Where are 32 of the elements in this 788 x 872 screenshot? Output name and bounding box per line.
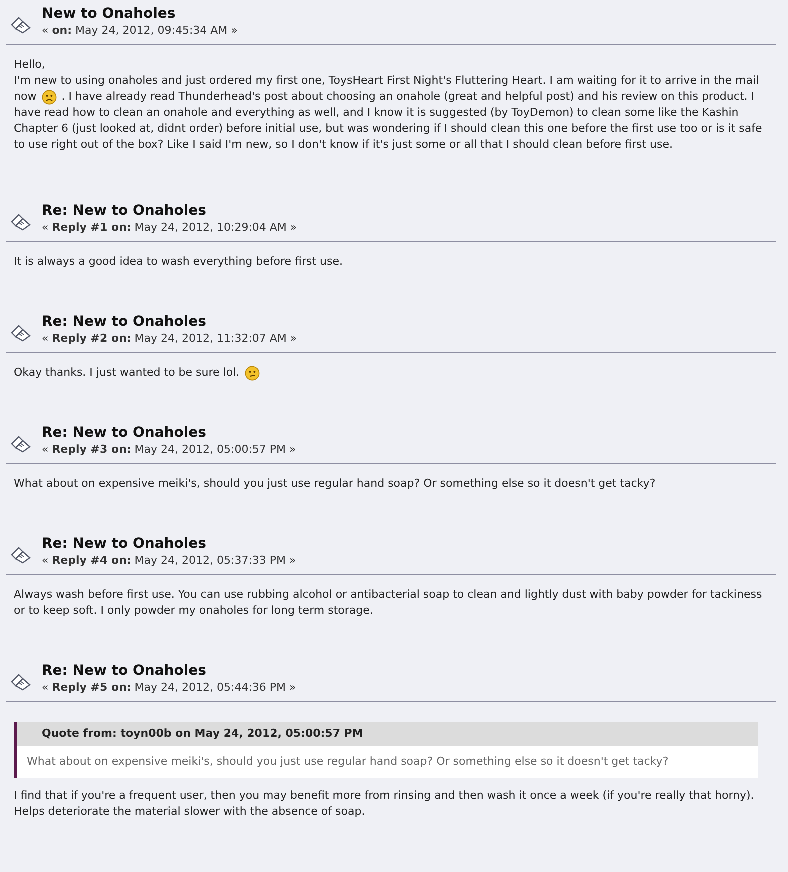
sad-smiley-icon [42,90,57,104]
post-meta: « on: May 24, 2012, 09:45:34 AM » [42,23,238,38]
quote-header: Quote from: toyn00b on May 24, 2012, 05:00:57 PM [17,722,758,746]
post-text: now [14,89,37,105]
post-icon [10,16,32,34]
post-text: I'm new to using onaholes and just ordered my first one, ToysHeart First Night's Fluttering Heart. I am waiting for it to arrive in the mail [14,73,760,89]
post-icon [10,324,32,342]
post-meta: « Reply #4 on: May 24, 2012, 05:37:33 PM » [42,553,296,568]
post-icon [10,213,32,231]
post-text: Okay thanks. I just wanted to be sure lol. [14,365,240,381]
post-title[interactable]: Re: New to Onaholes [42,203,298,220]
post-text: What about on expensive meiki's, should you just use regular hand soap? Or something else so it doesn't get tacky? [14,476,657,492]
unsure-smiley-icon [244,366,260,380]
post-text: I find that if you're a frequent user, then you may benefit more from rinsing and then wash it once a week (if you're really that horny). Helps deteriorate the material slower with the absence of soap. [14,788,756,820]
post-meta: « Reply #1 on: May 24, 2012, 10:29:04 AM » [42,220,298,235]
post-text: have read how to clean an onahole and everything as well, and I know it is suggested (by ToyDemon) to clean some like the Kashin Chapter 6 (just looked at, didnt order) before initial use, but was wondering if I should clean this one before the first use too or is it safe to use right out of the box? Like I said I'm new, so I don't know if it's just some or all that I should clean before first use. [14,105,764,153]
post-text: . I have already read Thunderhead's post about choosing an onahole (great and helpful post) and his review on this product. I [62,89,754,105]
quote-text: What about on expensive meiki's, should you just use regular hand soap? Or something else so it doesn't get tacky? [17,746,758,778]
post-title[interactable]: New to Onaholes [42,6,238,23]
post-icon [10,435,32,453]
post-meta: « Reply #5 on: May 24, 2012, 05:44:36 PM » [42,680,296,695]
post-text: Hello, [14,57,46,73]
post-text: It is always a good idea to wash everything before first use. [14,254,344,270]
post-title[interactable]: Re: New to Onaholes [42,425,296,442]
post-icon [10,673,32,691]
post-meta: « Reply #3 on: May 24, 2012, 05:00:57 PM » [42,442,296,457]
post-meta: « Reply #2 on: May 24, 2012, 11:32:07 AM » [42,331,298,346]
post-icon [10,546,32,564]
post-title[interactable]: Re: New to Onaholes [42,663,296,680]
post-text: Always wash before first use. You can use rubbing alcohol or antibacterial soap to clean and lightly dust with baby powder for tackiness or to keep soft. I only powder my onaholes for long term storage. [14,587,764,619]
post-title[interactable]: Re: New to Onaholes [42,536,296,553]
post-title[interactable]: Re: New to Onaholes [42,314,298,331]
